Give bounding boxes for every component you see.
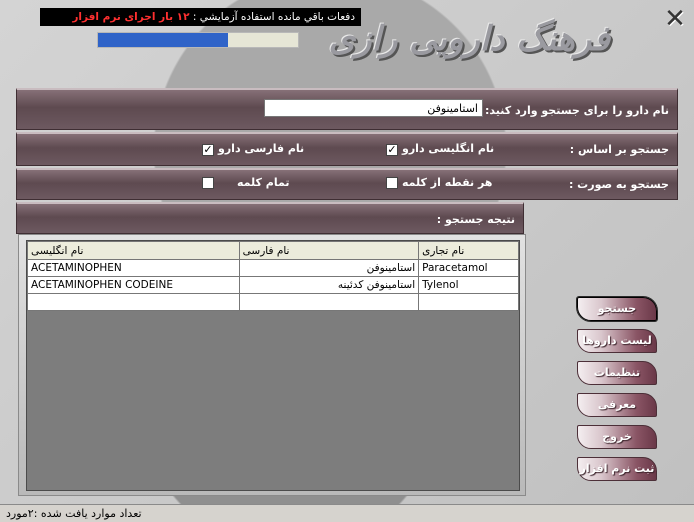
cell-persian-name: استامینوفن کدئینه (238, 276, 420, 294)
app-window: ✕ دفعات باقي مانده استفاده آزمايشي : ۱۲ … (0, 0, 694, 522)
results-grid[interactable]: نام انگلیسی نام فارسی نام تجاری ACETAMIN… (26, 240, 520, 491)
whole-word-option-label: تمام کلمه (237, 176, 290, 189)
whole-word-checkbox[interactable] (202, 177, 214, 189)
results-label: نتیجه جستجو : (436, 213, 515, 226)
search-label: نام دارو را برای جستجو وارد کنید: (485, 104, 669, 117)
search-input[interactable] (264, 99, 483, 117)
search-button[interactable]: جستجو (576, 296, 658, 322)
results-table: نام انگلیسی نام فارسی نام تجاری ACETAMIN… (27, 241, 519, 311)
settings-button[interactable]: تنظیمات (577, 361, 657, 385)
app-logo: فرهنگ دارویی رازی (328, 19, 610, 59)
results-band: نتیجه جستجو : (16, 202, 524, 234)
cell-trade-name: Tylenol (418, 276, 519, 294)
exit-button[interactable]: خروج (577, 425, 657, 449)
search-mode-band: جستجو به صورت : (16, 168, 678, 200)
close-icon[interactable]: ✕ (662, 6, 688, 32)
any-part-checkbox[interactable] (386, 177, 398, 189)
column-header-english-name[interactable]: نام انگلیسی (27, 241, 240, 260)
persian-name-option-label: نام فارسی دارو (218, 142, 305, 155)
trial-notice: دفعات باقي مانده استفاده آزمايشي : ۱۲ با… (40, 8, 361, 26)
status-bar: تعداد موارد يافت شده :۲مورد (0, 504, 694, 522)
column-header-persian-name[interactable]: نام فارسی (238, 241, 420, 260)
cell-english-name: ACETAMINOPHEN (27, 259, 240, 277)
trial-progress-fill (98, 33, 228, 47)
search-by-band: جستجو بر اساس : (16, 132, 678, 166)
trial-notice-count: ۱۲ بار اجرای نرم افزار (72, 11, 190, 23)
english-name-option-label: نام انگلیسی دارو (402, 142, 495, 155)
register-button[interactable]: ثبت نرم افزار (577, 457, 657, 481)
any-part-option-label: هر نقطه از کلمه (402, 176, 493, 189)
drug-list-button[interactable]: لیست داروها (577, 329, 657, 353)
column-header-trade-name[interactable]: نام تجاری (418, 241, 519, 260)
table-row-empty[interactable] (27, 293, 519, 311)
table-row[interactable]: ACETAMINOPHEN CODEINE استامینوفن کدئینه … (27, 276, 519, 294)
results-header-row: نام انگلیسی نام فارسی نام تجاری (27, 241, 519, 260)
persian-name-checkbox[interactable]: ✓ (202, 144, 214, 156)
search-by-label: جستجو بر اساس : (569, 143, 669, 156)
cell-persian-name (238, 293, 420, 311)
table-row[interactable]: ACETAMINOPHEN استامینوفن Paracetamol (27, 259, 519, 277)
cell-trade-name: Paracetamol (418, 259, 519, 277)
cell-english-name (27, 293, 240, 311)
english-name-checkbox[interactable]: ✓ (386, 144, 398, 156)
search-mode-label: جستجو به صورت : (568, 178, 669, 191)
cell-english-name: ACETAMINOPHEN CODEINE (27, 276, 240, 294)
trial-progress-bar (97, 32, 299, 48)
cell-persian-name: استامینوفن (238, 259, 420, 277)
cell-trade-name (418, 293, 519, 311)
about-button[interactable]: معرفی (577, 393, 657, 417)
